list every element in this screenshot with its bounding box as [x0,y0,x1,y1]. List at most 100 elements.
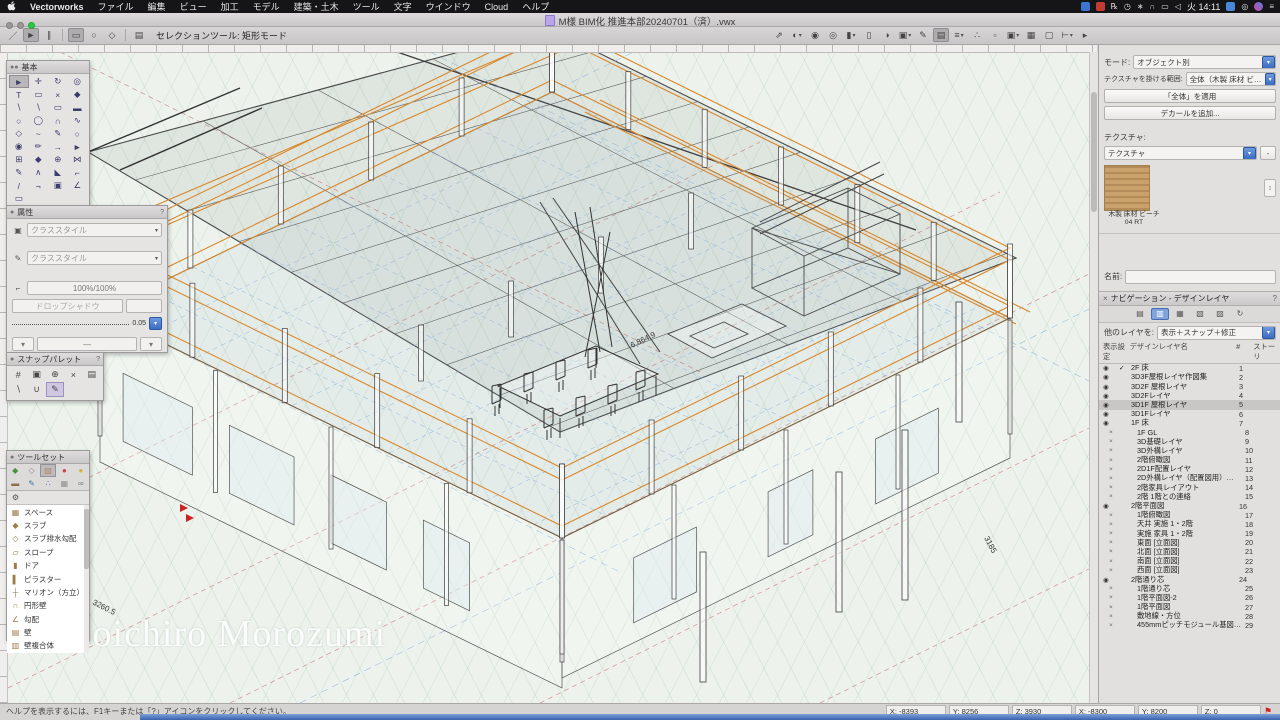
view-tool-14[interactable]: ▦ [1023,28,1039,42]
layer-row-29[interactable]: ×455mmピッチモジュール基図…29 [1099,621,1280,630]
fill-bucket-icon[interactable]: ▣ [12,226,24,235]
mode-tool-4[interactable]: ▭ [68,28,84,42]
help-icon[interactable]: ? [96,356,100,363]
visibility-hidden-icon[interactable]: × [1103,484,1125,491]
bluetooth-icon[interactable]: ∗ [1137,2,1144,11]
menu-clock[interactable]: 火 14:11 [1187,0,1220,13]
view-tool-12[interactable]: ▫ [987,28,1003,42]
toolset-category-8[interactable]: ▦ [56,477,72,490]
wifi-icon[interactable]: ∩ [1150,2,1156,11]
visibility-hidden-icon[interactable]: × [1103,613,1125,620]
dropdown-icon[interactable]: ▾ [1262,326,1275,339]
toolset-item-5[interactable]: ▌ピラスター [7,572,89,585]
toolset-item-3[interactable]: ▱スロープ [7,546,89,559]
attributes-palette-titlebar[interactable]: ● 属性 ? [7,206,167,219]
line-weight-dropdown[interactable]: ▾ [149,317,162,330]
basic-tool-21[interactable]: ✏ [29,140,49,153]
toolset-item-10[interactable]: ▥壁複合体 [7,639,89,652]
toolset-category-9[interactable]: ∞ [73,477,89,490]
basic-tool-19[interactable]: ○ [68,127,88,140]
canvas-scrollbar[interactable] [1089,52,1098,703]
snap-palette-titlebar[interactable]: ● スナップパレット ? [7,353,103,366]
menu-item-6[interactable]: 建築・土木 [287,2,346,12]
apply-all-button[interactable]: 「全体」を適用 [1104,89,1276,103]
mode-tool-8[interactable]: ▤ [131,28,147,42]
mode-select[interactable]: オブジェクト別▾ [1133,55,1276,69]
basic-tool-3[interactable]: ◎ [68,75,88,88]
menu-item-7[interactable]: ツール [346,2,387,12]
snap-tool-2[interactable]: ⊕ [46,367,64,382]
view-tool-0[interactable]: ⇗ [771,28,787,42]
pen-icon[interactable]: ✎ [12,254,24,263]
visibility-hidden-icon[interactable]: × [1103,457,1125,464]
visibility-hidden-icon[interactable]: × [1103,447,1125,454]
texture-stepper[interactable]: ↕ [1264,179,1276,197]
basic-tool-13[interactable]: ◯ [29,114,49,127]
layer-row-7[interactable]: ◉1F 床7 [1099,419,1280,428]
palette-close-icon[interactable]: ● [10,209,14,216]
help-icon[interactable]: ? [1273,294,1277,303]
menu-item-4[interactable]: 加工 [214,2,246,12]
basic-tool-33[interactable]: ¬ [29,179,49,192]
visibility-eye-icon[interactable]: ◉ [1103,410,1119,418]
basic-tool-7[interactable]: ◆ [68,88,88,101]
visibility-eye-icon[interactable]: ◉ [1103,364,1119,372]
menu-item-10[interactable]: Cloud [478,2,516,12]
basic-tool-35[interactable]: ∠ [68,179,88,192]
basic-tool-34[interactable]: ▣ [48,179,68,192]
fill-style-select[interactable]: クラススタイル▾ [27,223,162,237]
basic-tool-15[interactable]: ∿ [68,114,88,127]
menu-item-5[interactable]: モデル [246,2,287,12]
toolset-category-4[interactable]: ● [73,464,89,477]
toolset-category-0[interactable]: ◆ [7,464,23,477]
control-center-icon[interactable]: ≡ [1269,2,1274,11]
visibility-hidden-icon[interactable]: × [1103,567,1125,574]
basic-tool-28[interactable]: ✎ [9,166,29,179]
snap-tool-6[interactable]: ∪ [27,382,45,397]
visibility-hidden-icon[interactable]: × [1103,493,1125,500]
basic-tool-25[interactable]: ◆ [29,153,49,166]
visibility-eye-icon[interactable]: ◉ [1103,576,1119,584]
basic-tool-14[interactable]: ∩ [48,114,68,127]
navigation-tab-4[interactable]: ▨ [1211,308,1229,320]
drop-shadow-value[interactable] [126,299,162,313]
view-tool-16[interactable]: ⊢▾ [1059,28,1075,42]
mode-tool-2[interactable]: ∥ [41,28,57,42]
visibility-hidden-icon[interactable]: × [1103,585,1125,592]
visibility-hidden-icon[interactable]: × [1103,475,1125,482]
basic-tool-0[interactable]: ► [9,75,29,88]
navigation-tab-5[interactable]: ↻ [1231,308,1249,320]
basic-tool-2[interactable]: ↻ [48,75,68,88]
view-tool-11[interactable]: ∴ [969,28,985,42]
snap-tool-1[interactable]: ▣ [27,367,45,382]
menu-item-11[interactable]: ヘルプ [515,2,556,12]
basic-tool-18[interactable]: ✎ [48,127,68,140]
toolset-item-4[interactable]: ▮ドア [7,559,89,572]
toolset-item-9[interactable]: ▤壁 [7,626,89,639]
palette-close-icon[interactable]: ●● [10,64,18,71]
menu-item-8[interactable]: 文字 [387,2,419,12]
view-tool-6[interactable]: ◑ [879,28,895,42]
toolset-category-1[interactable]: ◇ [23,464,39,477]
other-layers-select[interactable]: 表示＋スナップ＋修正▾ [1157,326,1276,340]
basic-tool-9[interactable]: ∖ [29,101,49,114]
toolset-item-1[interactable]: ◆スラブ [7,519,89,532]
toolset-category-7[interactable]: ∴ [40,477,56,490]
gear-icon[interactable]: ⚙ [10,493,21,502]
apple-menu-icon[interactable] [0,1,23,13]
visibility-hidden-icon[interactable]: × [1103,558,1125,565]
status-clock-icon[interactable]: ◷ [1124,2,1131,11]
visibility-hidden-icon[interactable]: × [1103,429,1125,436]
snap-tool-5[interactable]: ∖ [9,382,27,397]
display-icon[interactable]: ▭ [1161,2,1169,11]
line-style-button[interactable]: — [37,337,137,351]
view-tool-1[interactable]: ◐▾ [789,28,805,42]
toolset-scrollbar[interactable] [84,505,89,653]
texture-range-select[interactable]: 全体（木製 床材 ビーチ 04 RT）▾ [1186,72,1276,86]
visibility-eye-icon[interactable]: ◉ [1103,401,1119,409]
basic-tool-24[interactable]: ⊞ [9,153,29,166]
basic-tool-11[interactable]: ▬ [68,101,88,114]
basic-tool-17[interactable]: ~ [29,127,49,140]
volume-icon[interactable]: ◁ [1175,2,1181,11]
navigation-header[interactable]: × ナビゲーション - デザインレイヤ ? [1099,291,1280,306]
